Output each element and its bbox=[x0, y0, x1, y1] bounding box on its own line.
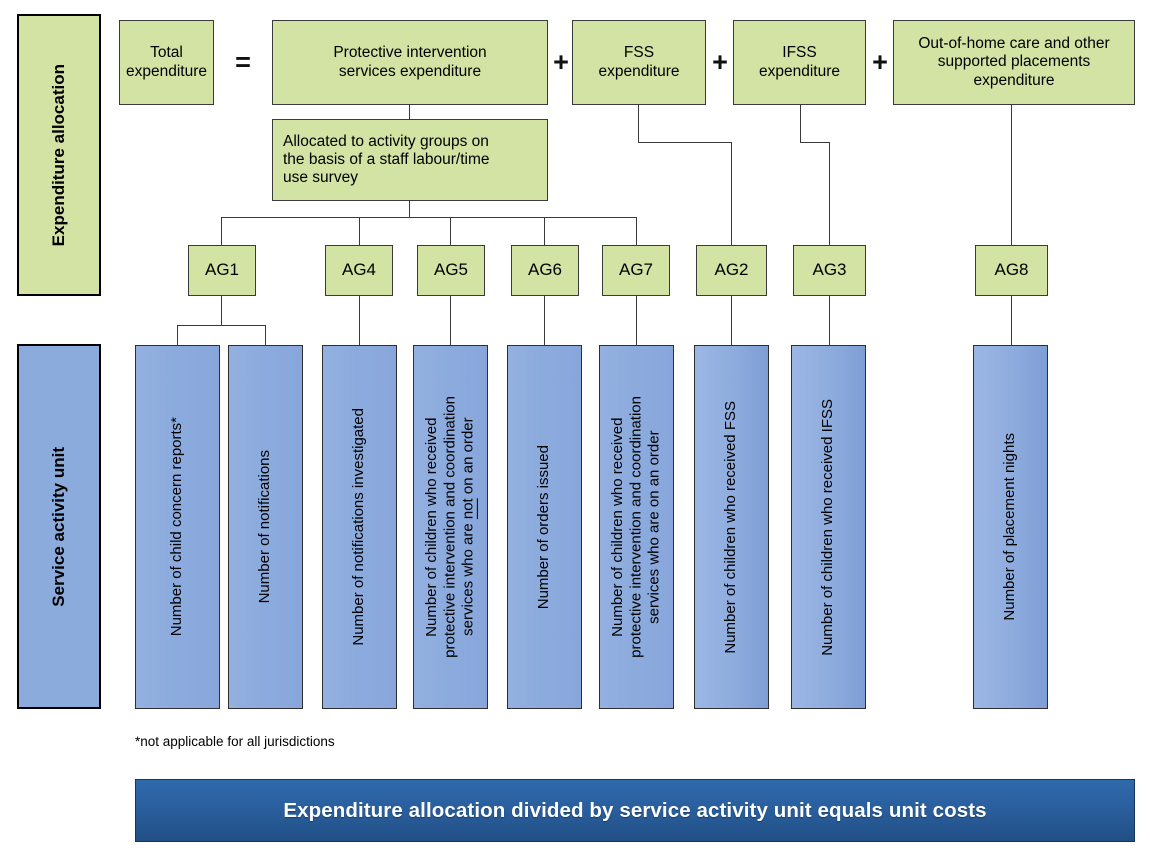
box-service-unit-7-label: Number of children who received FSS bbox=[722, 400, 740, 654]
box-service-unit-6: Number of children who received protecti… bbox=[599, 345, 674, 709]
connector-oohc-to-ag8 bbox=[1011, 105, 1012, 245]
operator-equals: = bbox=[230, 47, 256, 77]
diagram-canvas: Expenditure allocation Service activity … bbox=[0, 0, 1150, 867]
box-ag8: AG8 bbox=[975, 245, 1048, 296]
connector-ag1-to-su2 bbox=[265, 325, 266, 345]
box-ag6: AG6 bbox=[511, 245, 579, 296]
box-service-unit-5: Number of orders issued bbox=[507, 345, 582, 709]
box-service-unit-4-label: Number of children who received protecti… bbox=[423, 396, 477, 658]
box-ag5-label: AG5 bbox=[433, 260, 469, 280]
box-fss-expenditure-label: FSS expenditure bbox=[598, 44, 680, 80]
box-service-unit-4: Number of children who received protecti… bbox=[413, 345, 488, 709]
operator-plus-3-glyph: + bbox=[872, 46, 888, 77]
box-service-unit-5-label: Number of orders issued bbox=[535, 444, 553, 610]
box-service-unit-7: Number of children who received FSS bbox=[694, 345, 769, 709]
connector-bus-to-ag4 bbox=[359, 217, 360, 245]
box-service-unit-3: Number of notifications investigated bbox=[322, 345, 397, 709]
box-ag4-label: AG4 bbox=[341, 260, 377, 280]
box-service-unit-3-label: Number of notifications investigated bbox=[350, 408, 368, 646]
box-service-unit-6-label: Number of children who received protecti… bbox=[609, 396, 663, 658]
operator-plus-2-glyph: + bbox=[712, 46, 728, 77]
box-ag6-label: AG6 bbox=[527, 260, 563, 280]
connector-ag-bus bbox=[221, 217, 636, 218]
box-ag1-label: AG1 bbox=[204, 260, 240, 280]
connector-ag5-to-su4 bbox=[450, 296, 451, 345]
operator-equals-glyph: = bbox=[235, 46, 251, 77]
box-ag2: AG2 bbox=[696, 245, 767, 296]
connector-ag1-to-su1 bbox=[177, 325, 178, 345]
box-protective-intervention-expenditure: Protective intervention services expendi… bbox=[272, 20, 548, 105]
connector-fss-across bbox=[638, 142, 732, 143]
box-service-unit-2-label: Number of notifications bbox=[256, 450, 274, 604]
operator-plus-3: + bbox=[868, 48, 892, 76]
box-ag2-label: AG2 bbox=[714, 260, 749, 280]
connector-protective-to-note bbox=[409, 105, 410, 119]
box-service-unit-8-label: Number of children who received IFSS bbox=[819, 398, 837, 656]
connector-ifss-down-1 bbox=[800, 105, 801, 142]
connector-ag2-to-su7 bbox=[731, 296, 732, 345]
box-ag1: AG1 bbox=[188, 245, 256, 296]
box-total-expenditure-label: Total expenditure bbox=[125, 44, 207, 80]
box-ag8-label: AG8 bbox=[994, 260, 1029, 280]
connector-bus-to-ag7 bbox=[636, 217, 637, 245]
box-protective-intervention-label: Protective intervention services expendi… bbox=[333, 44, 487, 80]
operator-plus-1-glyph: + bbox=[553, 46, 569, 77]
bottom-banner: Expenditure allocation divided by servic… bbox=[135, 779, 1135, 842]
row-label-expenditure-allocation: Expenditure allocation bbox=[17, 14, 101, 296]
connector-fss-down-2 bbox=[731, 142, 732, 245]
connector-fss-down-1 bbox=[638, 105, 639, 142]
box-allocation-note-label: Allocated to activity groups on the basi… bbox=[283, 132, 490, 187]
operator-plus-1: + bbox=[549, 48, 573, 76]
connector-ifss-across bbox=[800, 142, 830, 143]
box-ifss-expenditure-label: IFSS expenditure bbox=[758, 44, 840, 80]
box-ag3-label: AG3 bbox=[812, 260, 847, 280]
box-service-unit-8: Number of children who received IFSS bbox=[791, 345, 866, 709]
box-service-unit-1: Number of child concern reports* bbox=[135, 345, 220, 709]
connector-note-down bbox=[409, 201, 410, 217]
connector-ag4-to-su3 bbox=[359, 296, 360, 345]
row-label-expenditure-text: Expenditure allocation bbox=[48, 63, 68, 247]
box-out-of-home-care-expenditure: Out-of-home care and other supported pla… bbox=[893, 20, 1135, 105]
connector-bus-to-ag5 bbox=[450, 217, 451, 245]
box-ag5: AG5 bbox=[417, 245, 485, 296]
bottom-banner-text: Expenditure allocation divided by servic… bbox=[283, 798, 987, 822]
box-out-of-home-care-label: Out-of-home care and other supported pla… bbox=[918, 35, 1110, 89]
footnote-text: *not applicable for all jurisdictions bbox=[135, 734, 335, 749]
box-ag3: AG3 bbox=[793, 245, 866, 296]
connector-ag1-down bbox=[221, 296, 222, 325]
box-ag7: AG7 bbox=[602, 245, 670, 296]
connector-bus-to-ag6 bbox=[544, 217, 545, 245]
box-ag7-label: AG7 bbox=[618, 260, 654, 280]
connector-ag3-to-su8 bbox=[829, 296, 830, 345]
connector-ag6-to-su5 bbox=[544, 296, 545, 345]
operator-plus-2: + bbox=[708, 48, 732, 76]
box-allocation-note: Allocated to activity groups on the basi… bbox=[272, 119, 548, 201]
connector-ag8-to-su9 bbox=[1011, 296, 1012, 345]
box-service-unit-9: Number of placement nights bbox=[973, 345, 1048, 709]
connector-bus-to-ag1 bbox=[221, 217, 222, 245]
box-ifss-expenditure: IFSS expenditure bbox=[733, 20, 866, 105]
connector-ag7-to-su6 bbox=[636, 296, 637, 345]
box-service-unit-2: Number of notifications bbox=[228, 345, 303, 709]
box-service-unit-9-label: Number of placement nights bbox=[1001, 433, 1019, 621]
box-fss-expenditure: FSS expenditure bbox=[572, 20, 706, 105]
connector-ifss-down-2 bbox=[829, 142, 830, 245]
box-service-unit-1-label: Number of child concern reports* bbox=[168, 417, 186, 637]
box-ag4: AG4 bbox=[325, 245, 393, 296]
connector-ag1-split bbox=[177, 325, 265, 326]
row-label-service-text: Service activity unit bbox=[48, 446, 68, 607]
row-label-service-activity-unit: Service activity unit bbox=[17, 344, 101, 709]
box-total-expenditure: Total expenditure bbox=[119, 20, 214, 105]
